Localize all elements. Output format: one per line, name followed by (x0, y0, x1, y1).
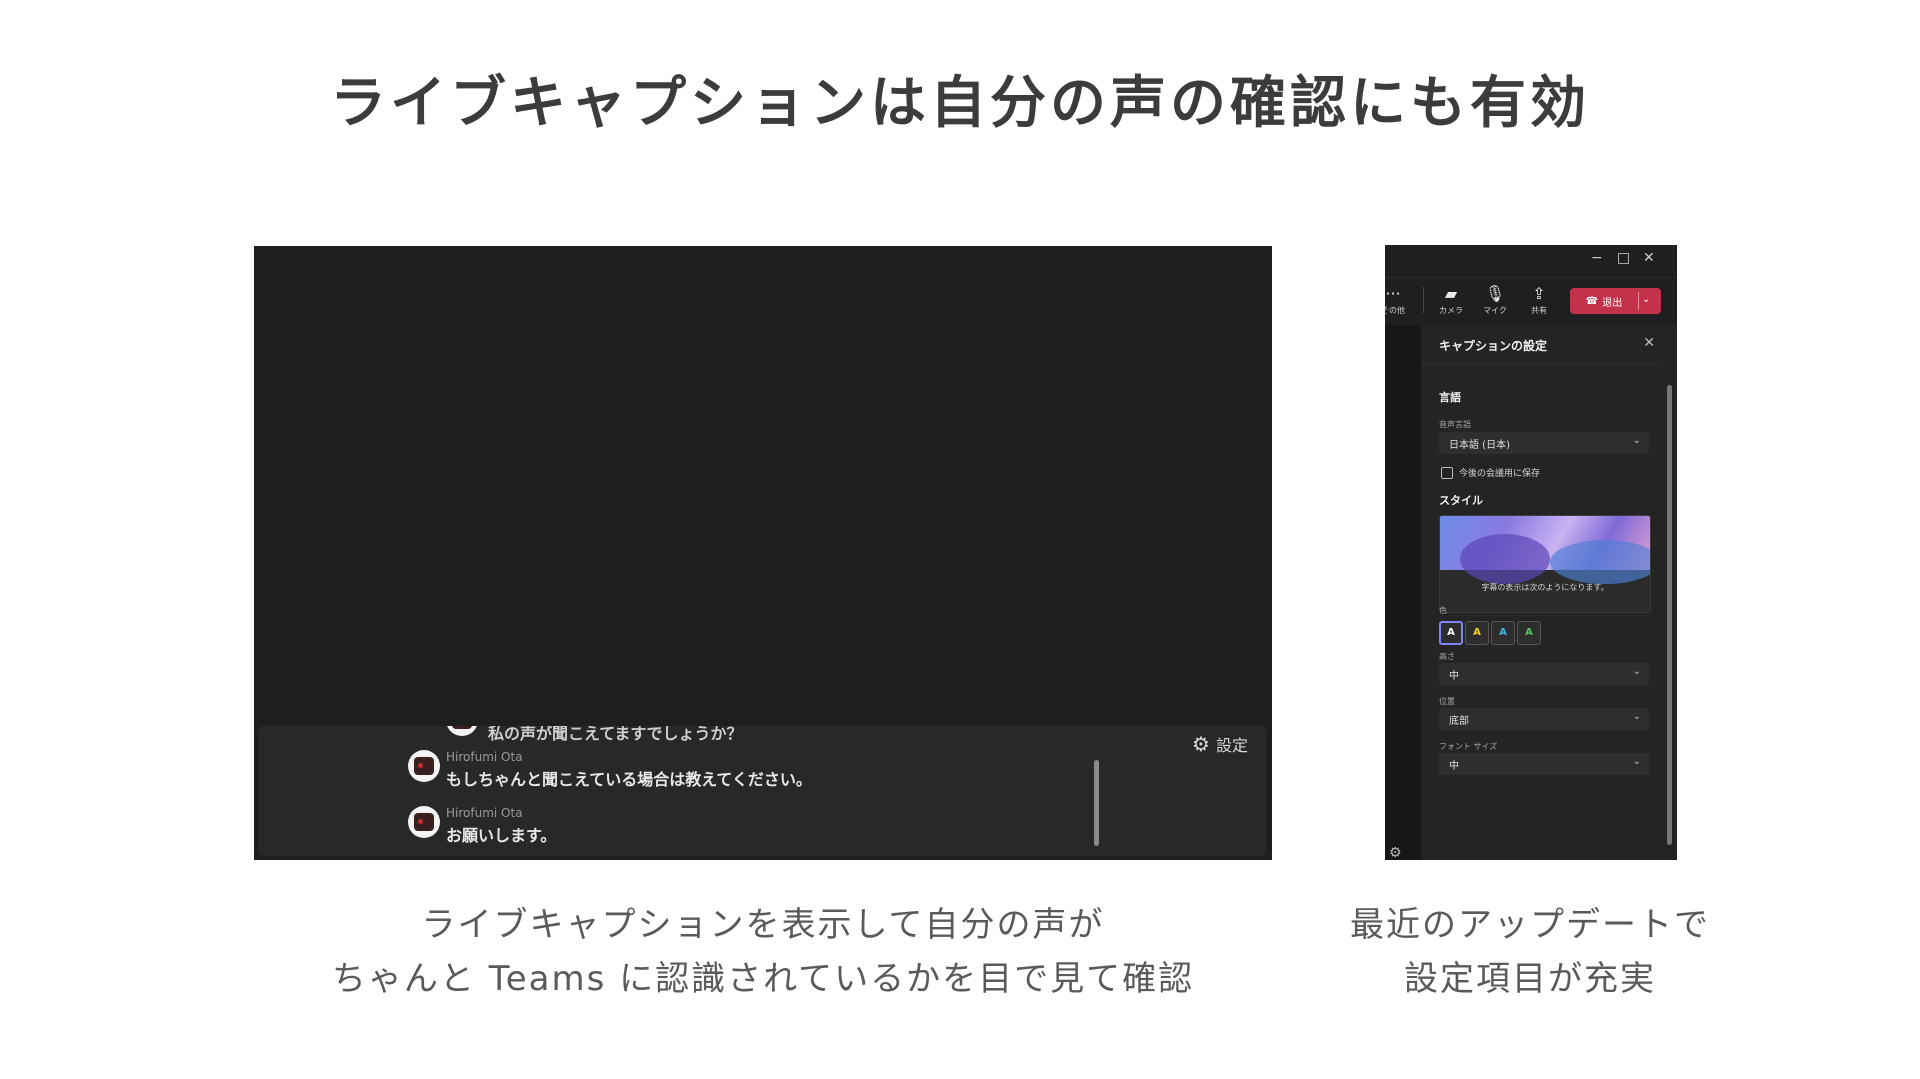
meeting-screenshot: 私の声が聞こえてますでしょうか？ Hirofumi Ota もしちゃんと聞こえて… (254, 246, 1272, 860)
camera-off-icon: ▰ (1444, 284, 1458, 303)
left-description: ライブキャプションを表示して自分の声が ちゃんと Teams に認識されているか… (254, 898, 1272, 1006)
gear-icon[interactable]: ⚙ (1389, 845, 1402, 860)
font-size-label: フォント サイズ (1439, 742, 1498, 751)
gear-icon: ⚙ (1192, 732, 1210, 756)
position-label: 位置 (1439, 697, 1455, 706)
height-select[interactable]: 中 ⌄ (1439, 663, 1649, 685)
font-size-select[interactable]: 中 ⌄ (1439, 753, 1649, 775)
chevron-down-icon: ⌄ (1632, 711, 1641, 722)
more-icon: ··· (1385, 284, 1401, 303)
position-select[interactable]: 底部 ⌄ (1439, 708, 1649, 730)
chevron-down-icon: ⌄ (1632, 756, 1641, 767)
avatar (446, 726, 478, 736)
side-rail: ⚙ (1385, 325, 1421, 860)
right-description-line: 最近のアップデートで (1350, 905, 1710, 945)
close-icon[interactable]: ✕ (1643, 250, 1655, 266)
caption-scrollbar[interactable] (1094, 760, 1099, 846)
color-label: 色 (1439, 606, 1447, 615)
caption-text-partial: 私の声が聞こえてますでしょうか？ (488, 726, 743, 743)
left-description-line: ライブキャプションを表示して自分の声が (421, 905, 1105, 945)
teams-settings-screenshot: − □ ✕ ··· その他 ▰ カメラ 🎙 マイク ⇪ 共有 ☎ 退出 ⌄ ⚙ … (1385, 245, 1677, 860)
save-for-future-checkbox[interactable] (1441, 467, 1453, 479)
right-description: 最近のアップデートで 設定項目が充実 (1320, 898, 1740, 1006)
live-caption-panel: 私の声が聞こえてますでしょうか？ Hirofumi Ota もしちゃんと聞こえて… (258, 726, 1266, 856)
caption-style-preview: 字幕の表示は次のようになります。 (1439, 515, 1651, 613)
avatar (408, 750, 440, 782)
save-for-future-label: 今後の会議用に保存 (1459, 469, 1541, 479)
slide-title: ライブキャプションは自分の声の確認にも有効 (330, 71, 1590, 136)
share-label: 共有 (1531, 306, 1547, 315)
caption-speaker-name: Hirofumi Ota (446, 750, 523, 764)
microphone-icon: 🎙 (1484, 284, 1506, 303)
maximize-icon[interactable]: □ (1617, 250, 1630, 266)
spoken-language-label: 音声言語 (1439, 420, 1471, 429)
caption-settings-pane: キャプションの設定 ✕ 言語 音声言語 日本語 (日本) ⌄ 今後の会議用に保存… (1421, 325, 1677, 860)
leave-button[interactable]: ☎ 退出 ⌄ (1570, 288, 1661, 314)
pane-scrollbar[interactable] (1667, 385, 1672, 845)
caption-settings-button[interactable]: ⚙ 設定 (1192, 732, 1248, 756)
preview-text: 字幕の表示は次のようになります。 (1481, 583, 1609, 592)
share-button[interactable]: ⇪ 共有 (1523, 285, 1555, 316)
more-label: その他 (1385, 306, 1405, 315)
pane-title: キャプションの設定 (1439, 339, 1548, 353)
color-swatch-blue[interactable]: A (1491, 621, 1515, 645)
toolbar-divider (1423, 287, 1424, 313)
avatar (408, 806, 440, 838)
language-section-title: 言語 (1439, 391, 1461, 404)
caption-text: お願いします。 (446, 826, 557, 845)
mic-label: マイク (1483, 306, 1507, 315)
minimize-icon[interactable]: − (1591, 250, 1603, 266)
spoken-language-select[interactable]: 日本語 (日本) ⌄ (1439, 432, 1649, 454)
title-bar-divider (1385, 277, 1677, 278)
camera-button[interactable]: ▰ カメラ (1435, 285, 1467, 316)
color-swatch-white[interactable]: A (1439, 621, 1463, 645)
height-label: 高さ (1439, 652, 1455, 661)
caption-text: もしちゃんと聞こえている場合は教えてください。 (446, 770, 812, 789)
style-section-title: スタイル (1439, 494, 1483, 507)
caption-settings-label: 設定 (1215, 736, 1248, 755)
right-description-line: 設定項目が充実 (1404, 959, 1656, 999)
color-swatch-green[interactable]: A (1517, 621, 1541, 645)
more-button[interactable]: ··· その他 (1385, 285, 1409, 316)
camera-label: カメラ (1439, 306, 1463, 315)
left-description-line: ちゃんと Teams に認識されているかを目で見て確認 (331, 959, 1195, 999)
chevron-down-icon: ⌄ (1632, 666, 1641, 677)
color-swatch-yellow[interactable]: A (1465, 621, 1489, 645)
caption-speaker-name: Hirofumi Ota (446, 806, 523, 820)
share-icon: ⇪ (1532, 284, 1546, 303)
hang-up-icon: ☎ (1585, 295, 1599, 307)
chevron-down-icon[interactable]: ⌄ (1642, 294, 1650, 305)
chevron-down-icon: ⌄ (1632, 435, 1641, 446)
leave-label: 退出 (1602, 297, 1623, 309)
mic-button[interactable]: 🎙 マイク (1479, 285, 1511, 316)
close-icon[interactable]: ✕ (1643, 335, 1655, 351)
